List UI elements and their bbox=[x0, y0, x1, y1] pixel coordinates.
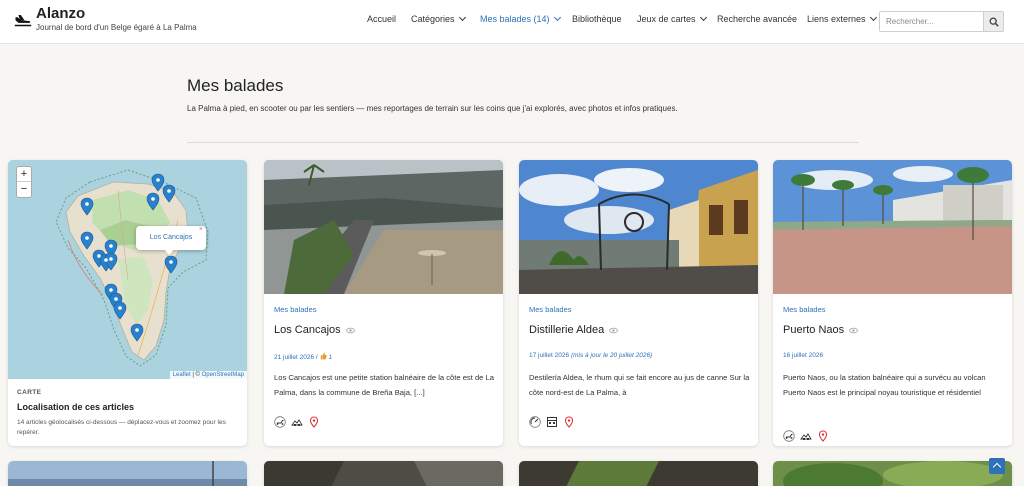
thumbs-up-icon bbox=[320, 352, 327, 360]
search-icon bbox=[989, 17, 999, 27]
article-card[interactable] bbox=[773, 461, 1012, 486]
chevron-down-icon bbox=[699, 13, 707, 22]
article-image[interactable] bbox=[264, 461, 503, 486]
location-map[interactable]: + − Los Cancajos × Leaflet | © OpenStree… bbox=[8, 160, 247, 379]
eye-icon bbox=[849, 327, 858, 333]
nav-bibliotheque[interactable]: Bibliothèque bbox=[572, 14, 622, 24]
article-image[interactable] bbox=[264, 160, 503, 294]
map-attribution: Leaflet | © OpenStreetMap bbox=[169, 371, 247, 379]
close-icon[interactable]: × bbox=[199, 218, 203, 242]
airplane-landing-icon bbox=[14, 15, 32, 27]
site-tagline: Journal de bord d'un Belge égaré à La Pa… bbox=[36, 23, 197, 32]
nav-jeux-de-cartes[interactable]: Jeux de cartes bbox=[637, 13, 707, 24]
hike-icon[interactable] bbox=[291, 416, 303, 428]
article-date: 17 juillet 2026 bbox=[529, 352, 570, 359]
page-intro: La Palma à pied, en scooter ou par les s… bbox=[187, 104, 678, 113]
nav-recherche-avancee[interactable]: Recherche avancée bbox=[717, 14, 797, 24]
article-excerpt: Puerto Naos, ou la station balnéaire qui… bbox=[783, 373, 986, 397]
popup-tip bbox=[164, 249, 174, 255]
site-title[interactable]: Alanzo bbox=[36, 5, 197, 22]
location-pin-icon[interactable] bbox=[563, 416, 575, 428]
article-title[interactable]: Puerto Naos bbox=[783, 324, 858, 336]
site-header: Alanzo Journal de bord d'un Belge égaré … bbox=[0, 0, 1024, 44]
zoom-out-button[interactable]: − bbox=[17, 182, 31, 197]
eye-icon bbox=[345, 327, 355, 333]
article-excerpt: Los Cancajos est une petite station baln… bbox=[274, 373, 494, 397]
article-image[interactable] bbox=[773, 461, 1012, 486]
article-image[interactable] bbox=[8, 461, 247, 486]
dial-icon[interactable] bbox=[529, 416, 541, 428]
attribution-separator: | © bbox=[190, 372, 202, 378]
like-count: 1 bbox=[328, 354, 332, 361]
popup-link[interactable]: Los Cancajos bbox=[150, 234, 192, 241]
building-icon[interactable] bbox=[546, 416, 558, 428]
article-image[interactable] bbox=[519, 461, 758, 486]
brand[interactable]: Alanzo Journal de bord d'un Belge égaré … bbox=[14, 5, 197, 33]
search-box bbox=[879, 11, 1004, 32]
nav-accueil[interactable]: Accueil bbox=[367, 14, 396, 24]
article-card[interactable] bbox=[8, 461, 247, 486]
location-pin-icon[interactable] bbox=[308, 416, 320, 428]
eye-icon bbox=[609, 327, 618, 333]
osm-link[interactable]: OpenStreetMap bbox=[202, 372, 244, 378]
nav-liens-externes[interactable]: Liens externes bbox=[807, 13, 877, 24]
article-image[interactable] bbox=[773, 160, 1012, 294]
chevron-down-icon bbox=[553, 13, 561, 22]
article-card[interactable] bbox=[519, 461, 758, 486]
map-card-label: CARTE bbox=[17, 389, 42, 396]
location-pin-icon[interactable] bbox=[817, 430, 829, 442]
article-excerpt: Destilería Aldea, le rhum qui se fait en… bbox=[529, 373, 750, 397]
map-card: + − Los Cancajos × Leaflet | © OpenStree… bbox=[8, 160, 247, 446]
article-card[interactable]: Mes balades Puerto Naos 16 juillet 2026 … bbox=[773, 160, 1012, 446]
article-date: 21 juillet 2026 / bbox=[274, 354, 320, 361]
article-card[interactable] bbox=[264, 461, 503, 486]
map-marker bbox=[80, 173, 178, 342]
search-button[interactable] bbox=[983, 12, 1003, 31]
category-link[interactable]: Mes balades bbox=[529, 305, 572, 314]
search-input[interactable] bbox=[880, 12, 984, 31]
zoom-control: + − bbox=[16, 166, 32, 198]
category-link[interactable]: Mes balades bbox=[274, 305, 317, 314]
article-title-text[interactable]: Distillerie Aldea bbox=[529, 324, 604, 336]
zoom-in-button[interactable]: + bbox=[17, 167, 31, 182]
article-image[interactable] bbox=[519, 160, 758, 294]
article-title-text[interactable]: Los Cancajos bbox=[274, 324, 341, 336]
article-meta: 16 juillet 2026 bbox=[783, 352, 823, 359]
hike-icon[interactable] bbox=[800, 430, 812, 442]
article-tags bbox=[783, 430, 829, 442]
article-title-text[interactable]: Puerto Naos bbox=[783, 324, 844, 336]
chevron-down-icon bbox=[458, 13, 466, 22]
nav-categories[interactable]: Catégories bbox=[411, 13, 466, 24]
article-card[interactable]: Mes balades Distillerie Aldea 17 juillet… bbox=[519, 160, 758, 446]
scooter-icon[interactable] bbox=[783, 430, 795, 442]
article-meta: 21 juillet 2026 / 1 bbox=[274, 352, 332, 361]
article-card[interactable]: Mes balades Los Cancajos 21 juillet 2026… bbox=[264, 160, 503, 446]
article-meta: 17 juillet 2026 (mis à jour le 20 juille… bbox=[529, 352, 652, 359]
article-tags bbox=[274, 416, 320, 428]
leaflet-link[interactable]: Leaflet bbox=[173, 372, 191, 378]
scooter-icon[interactable] bbox=[274, 416, 286, 428]
article-tags bbox=[529, 416, 575, 428]
article-date: 16 juillet 2026 bbox=[783, 352, 824, 359]
article-title[interactable]: Los Cancajos bbox=[274, 324, 355, 336]
chevron-down-icon bbox=[869, 13, 877, 22]
category-link[interactable]: Mes balades bbox=[783, 305, 826, 314]
article-updated-note: (mis à jour le 20 juillet 2026) bbox=[570, 352, 653, 359]
divider bbox=[187, 142, 859, 143]
nav-mes-balades[interactable]: Mes balades (14) bbox=[480, 13, 561, 24]
map-card-title: Localisation de ces articles bbox=[17, 402, 135, 412]
map-card-description: 14 articles géolocalisés ci-dessous — dé… bbox=[17, 419, 226, 436]
page-title: Mes balades bbox=[187, 76, 284, 95]
article-title[interactable]: Distillerie Aldea bbox=[529, 324, 618, 336]
map-popup: Los Cancajos × bbox=[136, 226, 206, 255]
back-to-top-button[interactable] bbox=[989, 458, 1005, 474]
